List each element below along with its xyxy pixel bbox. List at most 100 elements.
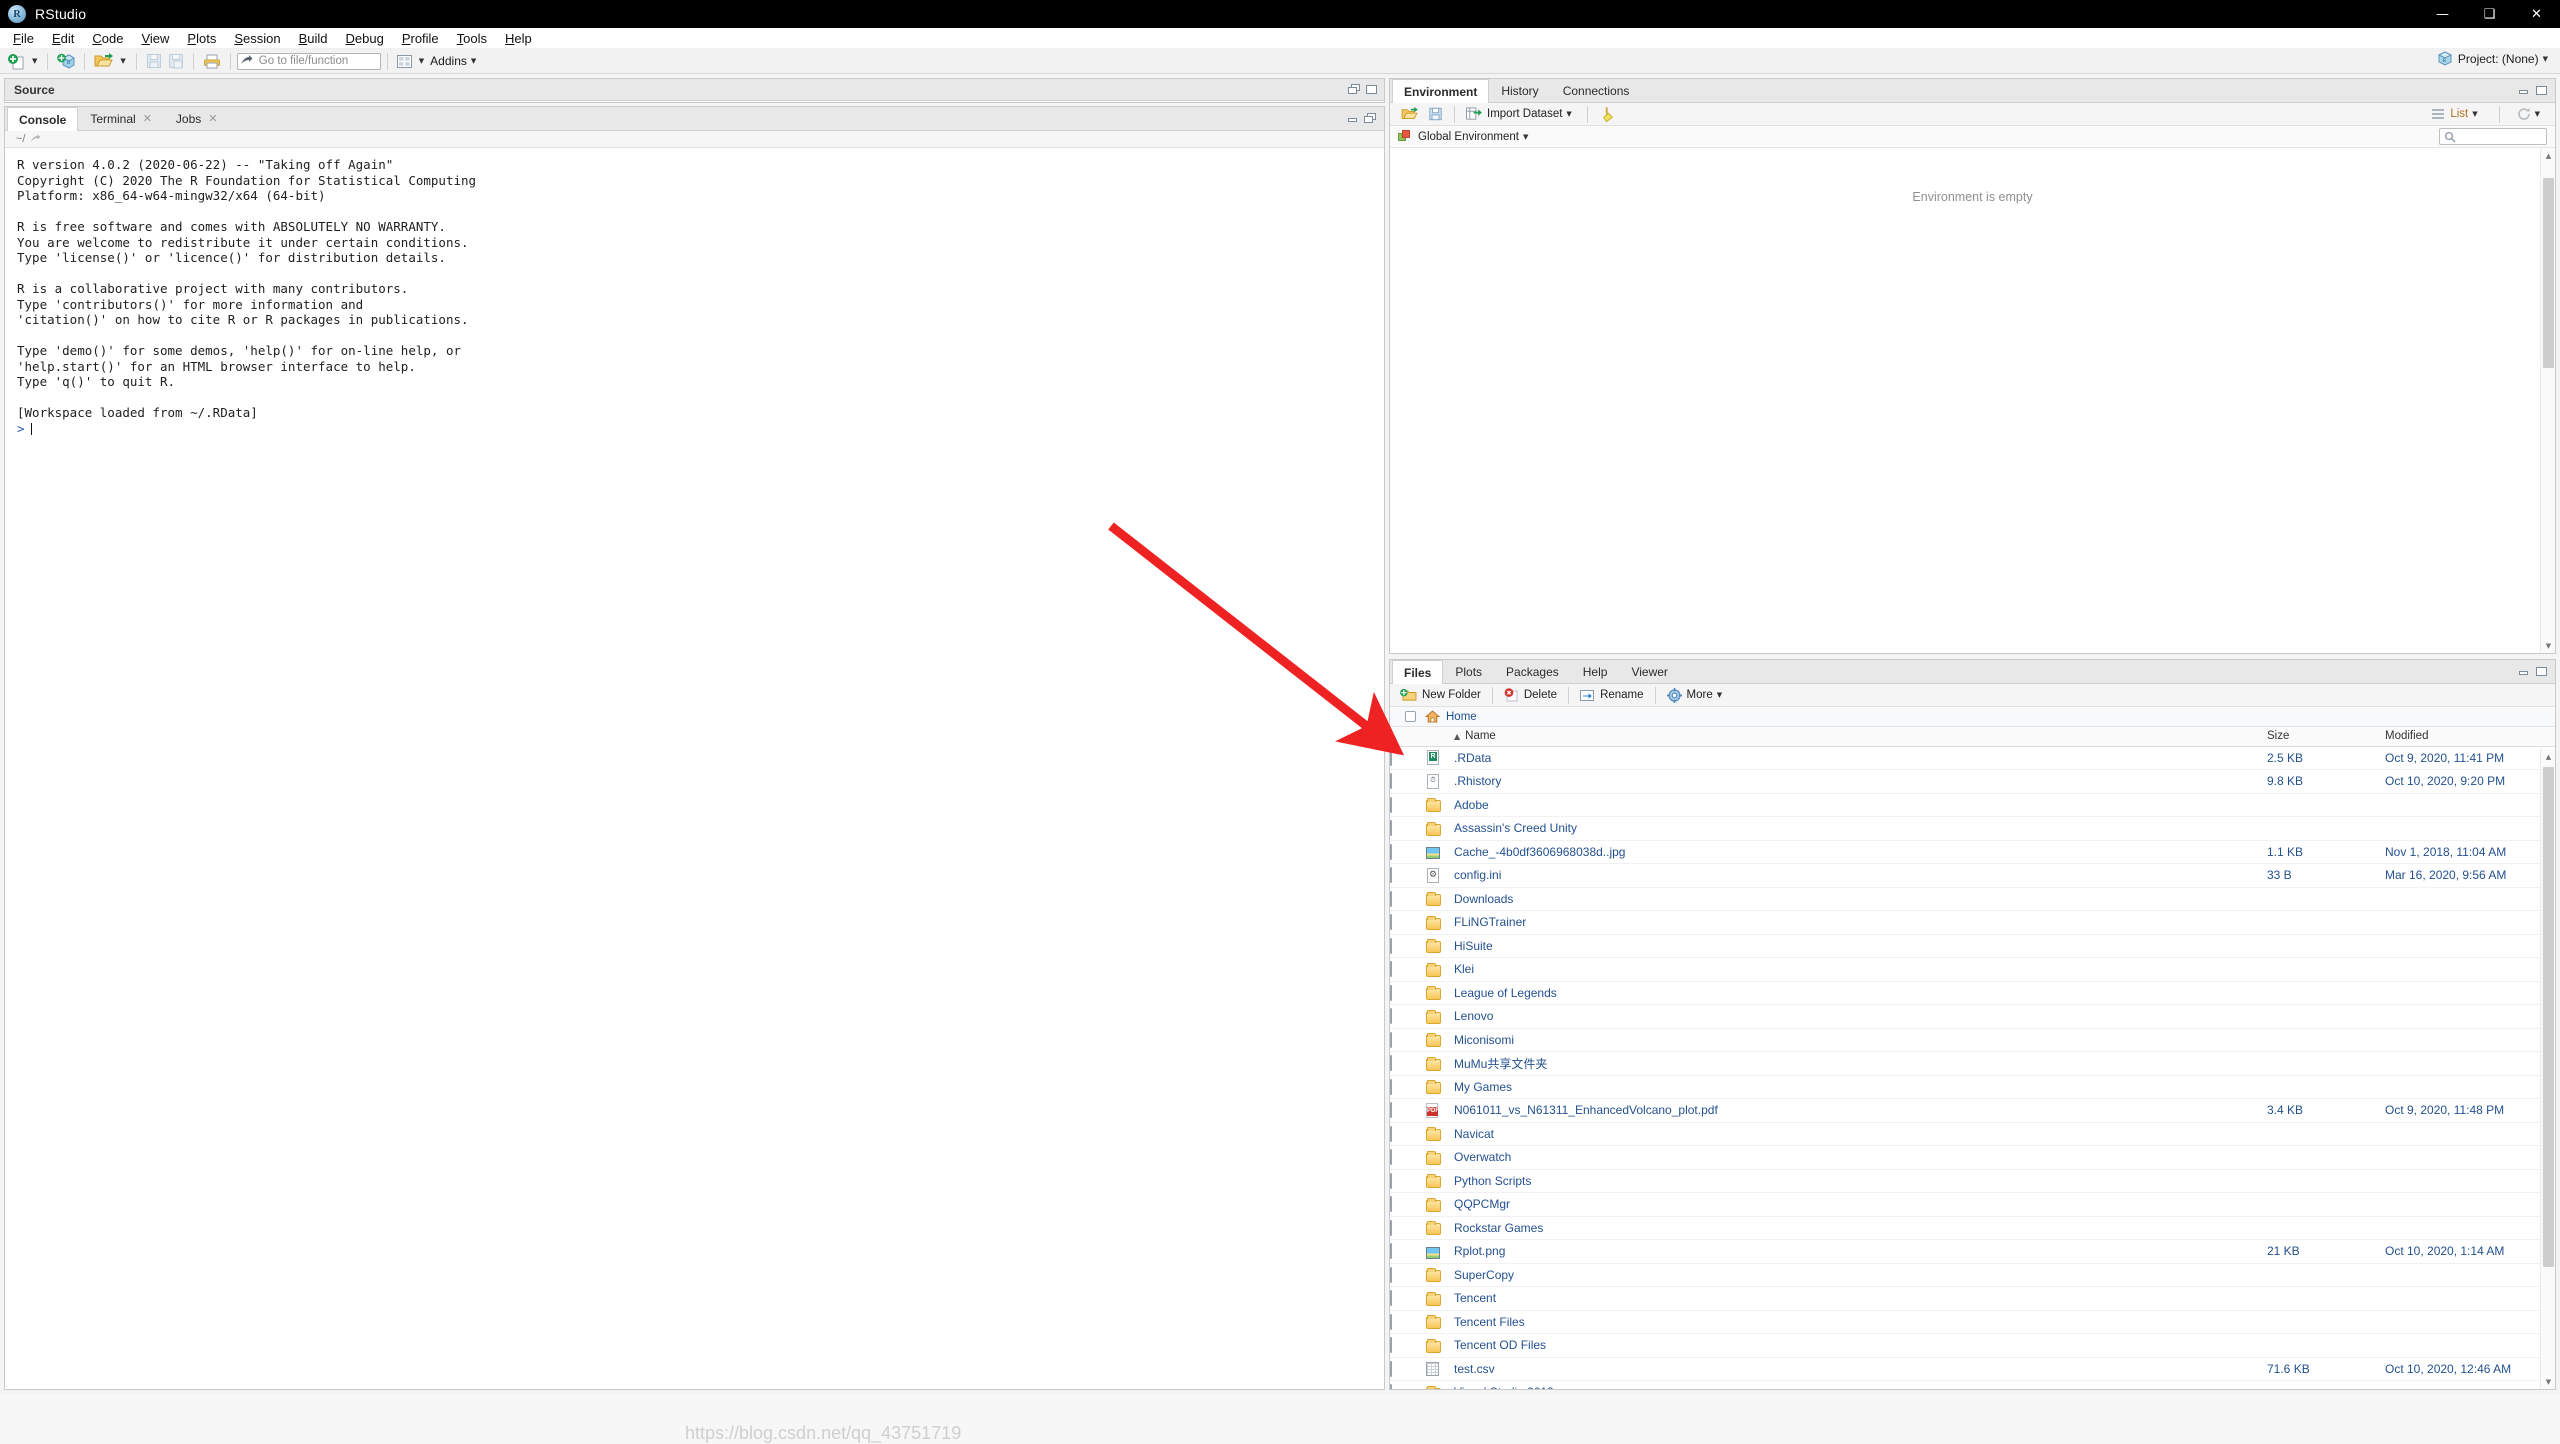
table-row[interactable]: Tencent Files	[1390, 1310, 2555, 1334]
tab-connections[interactable]: Connections	[1551, 79, 1642, 102]
open-file-caret-icon[interactable]: ▼	[120, 57, 125, 65]
row-checkbox[interactable]	[1390, 1290, 1392, 1307]
row-checkbox[interactable]	[1390, 1008, 1392, 1025]
tab-environment[interactable]: Environment	[1392, 79, 1490, 103]
select-all-checkbox[interactable]	[1405, 711, 1416, 722]
row-checkbox[interactable]	[1390, 1313, 1392, 1330]
table-row[interactable]: test.csv 71.6 KB Oct 10, 2020, 12:46 AM	[1390, 1357, 2555, 1381]
new-file-button[interactable]	[6, 51, 27, 72]
row-checkbox[interactable]	[1390, 867, 1392, 884]
row-name-cell[interactable]: Visual Studio 2019	[1454, 1380, 2267, 1389]
table-row[interactable]: Rplot.png 21 KB Oct 10, 2020, 1:14 AM	[1390, 1239, 2555, 1264]
row-name-cell[interactable]: Tencent	[1454, 1286, 2267, 1311]
row-name-cell[interactable]: Cache_-4b0df3606968038d..jpg	[1454, 840, 2267, 864]
environment-search-input[interactable]	[2439, 128, 2547, 145]
table-row[interactable]: League of Legends	[1390, 981, 2555, 1005]
table-row[interactable]: Assassin's Creed Unity	[1390, 816, 2555, 841]
table-row[interactable]: R .RData 2.5 KB Oct 9, 2020, 11:41 PM	[1390, 746, 2555, 770]
row-name-cell[interactable]: Tencent OD Files	[1454, 1333, 2267, 1358]
console-restore-icon[interactable]	[1364, 113, 1377, 124]
files-scrollbar[interactable]: ▲ ▼	[2540, 749, 2555, 1389]
row-name-cell[interactable]: MuMu共享文件夹	[1454, 1051, 2267, 1076]
table-row[interactable]: SuperCopy	[1390, 1263, 2555, 1287]
row-name-cell[interactable]: Klei	[1454, 957, 2267, 982]
files-minimize-icon[interactable]	[2518, 666, 2531, 677]
refresh-environment-caret-icon[interactable]: ▼	[2535, 110, 2540, 118]
files-scroll-thumb[interactable]	[2543, 767, 2554, 1267]
source-maximize-icon[interactable]	[1365, 84, 1378, 95]
row-name-cell[interactable]: test.csv	[1454, 1357, 2267, 1381]
row-checkbox[interactable]	[1390, 796, 1392, 813]
import-dataset-caret-icon[interactable]: ▼	[1566, 110, 1571, 118]
menu-debug[interactable]: Debug	[337, 28, 393, 49]
table-row[interactable]: MuMu共享文件夹	[1390, 1051, 2555, 1076]
menu-profile[interactable]: Profile	[393, 28, 448, 49]
environment-scroll-thumb[interactable]	[2543, 178, 2554, 368]
row-checkbox[interactable]	[1390, 1031, 1392, 1048]
table-row[interactable]: FLiNGTrainer	[1390, 910, 2555, 935]
table-row[interactable]: Downloads	[1390, 887, 2555, 911]
open-file-button[interactable]	[92, 51, 115, 72]
row-checkbox[interactable]	[1390, 1125, 1392, 1142]
new-folder-button[interactable]: New Folder	[1395, 686, 1486, 705]
tab-jobs-close-icon[interactable]: ✕	[208, 108, 217, 131]
row-name-cell[interactable]: Miconisomi	[1454, 1028, 2267, 1052]
table-row[interactable]: Klei	[1390, 957, 2555, 982]
source-restore-icon[interactable]	[1348, 84, 1361, 95]
row-name-cell[interactable]: HiSuite	[1454, 934, 2267, 958]
table-row[interactable]: Cache_-4b0df3606968038d..jpg 1.1 KB Nov 1,…	[1390, 840, 2555, 864]
table-row[interactable]: Lenovo	[1390, 1004, 2555, 1029]
row-checkbox[interactable]	[1390, 1219, 1392, 1236]
row-name-cell[interactable]: Downloads	[1454, 887, 2267, 911]
save-all-button[interactable]	[166, 51, 186, 72]
row-checkbox[interactable]	[1390, 1266, 1392, 1283]
project-selector[interactable]: R Project: (None) ▼	[2437, 51, 2552, 66]
table-row[interactable]: Navicat	[1390, 1122, 2555, 1146]
addins-caret-icon[interactable]: ▼	[471, 57, 476, 65]
row-name-cell[interactable]: SuperCopy	[1454, 1263, 2267, 1287]
project-caret-icon[interactable]: ▼	[2543, 55, 2548, 63]
table-row[interactable]: HiSuite	[1390, 934, 2555, 958]
row-checkbox[interactable]	[1390, 1078, 1392, 1095]
tab-console[interactable]: Console	[7, 107, 79, 131]
environment-scrollbar[interactable]: ▲ ▼	[2540, 148, 2555, 653]
row-checkbox[interactable]	[1390, 1102, 1392, 1119]
goto-file-function-input[interactable]: Go to file/function	[236, 52, 381, 70]
row-name-cell[interactable]: Lenovo	[1454, 1004, 2267, 1029]
tab-terminal[interactable]: Terminal ✕	[78, 107, 164, 130]
table-row[interactable]: ⚙ config.ini 33 B Mar 16, 2020, 9:56 AM	[1390, 863, 2555, 888]
import-dataset-button[interactable]: Import Dataset ▼	[1461, 105, 1581, 124]
row-name-cell[interactable]: QQPCMgr	[1454, 1192, 2267, 1217]
menu-edit[interactable]: Edit	[43, 28, 83, 49]
workspace-panes-button[interactable]	[395, 51, 414, 72]
row-checkbox[interactable]	[1390, 937, 1392, 954]
environment-scroll-down-icon[interactable]: ▼	[2541, 638, 2556, 653]
files-scroll-up-icon[interactable]: ▲	[2541, 749, 2555, 764]
console-minimize-icon[interactable]	[1347, 113, 1360, 124]
environment-scroll-up-icon[interactable]: ▲	[2541, 148, 2556, 163]
files-header-name[interactable]: ▲ Name	[1454, 727, 2267, 747]
row-name-cell[interactable]: Overwatch	[1454, 1145, 2267, 1170]
menu-view[interactable]: View	[132, 28, 178, 49]
table-row[interactable]: PDF N061011_vs_N61311_EnhancedVolcano_plo…	[1390, 1098, 2555, 1123]
clear-environment-button[interactable]	[1594, 105, 1620, 124]
tab-files[interactable]: Files	[1392, 660, 1444, 684]
files-header-size[interactable]: Size	[2267, 727, 2385, 747]
menu-help[interactable]: Help	[496, 28, 541, 49]
save-button[interactable]	[144, 51, 164, 72]
table-row[interactable]: Overwatch	[1390, 1145, 2555, 1170]
row-checkbox[interactable]	[1390, 1055, 1392, 1072]
row-checkbox[interactable]	[1390, 1196, 1392, 1213]
row-name-cell[interactable]: Tencent Files	[1454, 1310, 2267, 1334]
row-name-cell[interactable]: FLiNGTrainer	[1454, 910, 2267, 935]
table-row[interactable]: Adobe	[1390, 793, 2555, 817]
row-name-cell[interactable]: Adobe	[1454, 793, 2267, 817]
row-checkbox[interactable]	[1390, 961, 1392, 978]
menu-session[interactable]: Session	[225, 28, 289, 49]
menu-code[interactable]: Code	[83, 28, 132, 49]
row-checkbox[interactable]	[1390, 820, 1392, 837]
row-name-cell[interactable]: Python Scripts	[1454, 1169, 2267, 1193]
table-row[interactable]: Tencent	[1390, 1286, 2555, 1311]
row-name-cell[interactable]: League of Legends	[1454, 981, 2267, 1005]
tab-viewer[interactable]: Viewer	[1619, 660, 1679, 683]
